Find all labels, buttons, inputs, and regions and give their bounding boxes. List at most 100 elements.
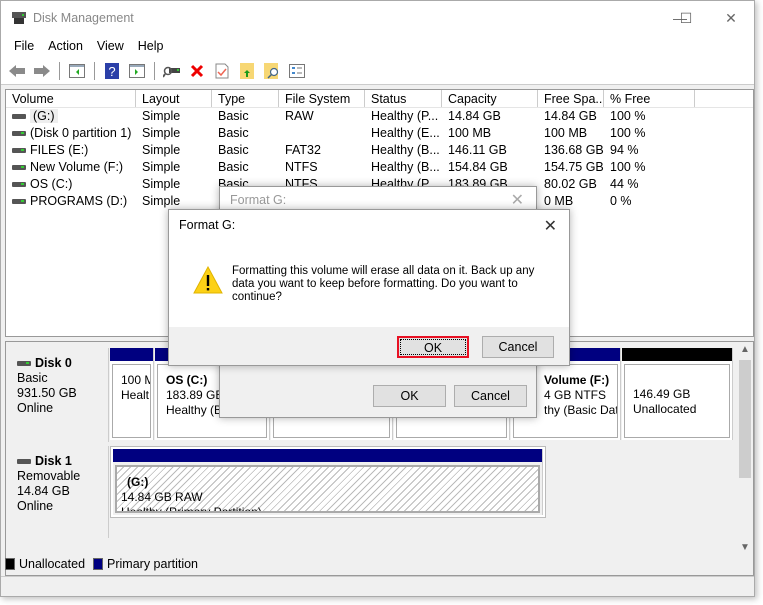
cell-percent-free: 44 % bbox=[610, 177, 639, 191]
volume-row[interactable]: (G:) Simple Basic RAW Healthy (P... 14.84 GB 1… bbox=[6, 108, 753, 125]
ok-button-background[interactable]: OK bbox=[373, 385, 446, 407]
scroll-up-icon[interactable]: ▲ bbox=[737, 344, 753, 355]
cell-volume: (Disk 0 partition 1) bbox=[6, 125, 136, 142]
cell-layout: Simple bbox=[142, 126, 181, 140]
cell-volume: (G:) bbox=[6, 108, 136, 125]
column-capacity[interactable]: Capacity bbox=[442, 90, 538, 107]
disk-0-label[interactable]: Disk 0 Basic 931.50 GB Online bbox=[9, 348, 109, 442]
volume-row[interactable]: New Volume (F:) Simple Basic NTFS Healthy (B… bbox=[6, 159, 753, 176]
forward-arrow-icon bbox=[34, 64, 50, 77]
cell-capacity: 146.11 GB bbox=[448, 143, 507, 157]
volume-row[interactable]: (Disk 0 partition 1) Simple Basic Healthy (… bbox=[6, 125, 753, 142]
show-hide-action-pane-button[interactable] bbox=[127, 61, 147, 81]
column-free-space[interactable]: Free Spa... bbox=[538, 90, 604, 107]
close-button[interactable]: ✕ bbox=[709, 5, 753, 31]
cell-volume: New Volume (F:) bbox=[6, 159, 136, 176]
column-file-system[interactable]: File System bbox=[279, 90, 365, 107]
scroll-down-icon[interactable]: ▼ bbox=[737, 542, 753, 553]
cell-free-space: 100 MB bbox=[544, 126, 588, 140]
back-button[interactable] bbox=[7, 61, 27, 81]
cell-layout: Simple bbox=[142, 109, 181, 123]
cell-percent-free: 100 % bbox=[610, 109, 646, 123]
close-icon[interactable]: ✕ bbox=[544, 216, 557, 236]
toolbar-separator bbox=[59, 61, 60, 80]
cell-type: Basic bbox=[218, 126, 249, 140]
cell-free-space: 136.68 GB bbox=[544, 143, 604, 157]
open-button[interactable] bbox=[237, 61, 257, 81]
disk-1-label[interactable]: Disk 1 Removable 14.84 GB Online bbox=[9, 446, 109, 538]
properties-button[interactable] bbox=[212, 61, 232, 81]
disk-size: 14.84 GB bbox=[17, 484, 70, 498]
column-percent-free[interactable]: % Free bbox=[604, 90, 695, 107]
legend-primary: Primary partition bbox=[107, 557, 199, 571]
volume-row[interactable]: FILES (E:) Simple Basic FAT32 Healthy (B... 1… bbox=[6, 142, 753, 159]
disk-management-app-icon bbox=[12, 12, 26, 24]
cell-capacity: 14.84 GB bbox=[448, 109, 501, 123]
disk-size: 931.50 GB bbox=[17, 386, 77, 400]
menu-file[interactable]: File bbox=[7, 39, 41, 53]
delete-button[interactable] bbox=[187, 61, 207, 81]
explore-button[interactable] bbox=[262, 61, 282, 81]
disk-type: Basic bbox=[17, 371, 48, 385]
cell-percent-free: 94 % bbox=[610, 143, 639, 157]
menu-action[interactable]: Action bbox=[41, 39, 90, 53]
cell-file-system: NTFS bbox=[285, 160, 318, 174]
legend-swatch-unallocated bbox=[5, 558, 15, 570]
connect-drive-icon bbox=[163, 66, 180, 78]
svg-text:?: ? bbox=[108, 64, 115, 79]
volume-list-header: Volume Layout Type File System Status Ca… bbox=[6, 90, 753, 108]
cell-free-space: 154.75 GB bbox=[544, 160, 604, 174]
disk-1-partitions: (G:) 14.84 GB RAW Healthy (Primary Partiti… bbox=[110, 446, 546, 518]
cancel-button[interactable]: Cancel bbox=[482, 336, 554, 358]
cell-type: Basic bbox=[218, 109, 249, 123]
dialog-message: Formatting this volume will erase all da… bbox=[232, 265, 535, 303]
menu-help[interactable]: Help bbox=[131, 39, 171, 53]
cell-volume: FILES (E:) bbox=[6, 142, 136, 159]
volume-icon bbox=[12, 165, 26, 171]
help-button[interactable]: ? bbox=[102, 61, 122, 81]
close-icon[interactable]: ✕ bbox=[511, 190, 524, 210]
disk-status: Online bbox=[17, 499, 54, 513]
vertical-scrollbar[interactable]: ▲ ▼ bbox=[737, 342, 753, 575]
window-title: Disk Management bbox=[33, 11, 134, 25]
menu-bar: File Action View Help bbox=[1, 35, 754, 57]
cell-status: Healthy (B... bbox=[371, 160, 440, 174]
cell-free-space: 80.02 GB bbox=[544, 177, 597, 191]
help-icon: ? bbox=[105, 62, 119, 79]
volume-icon bbox=[12, 148, 26, 154]
connect-virtual-disk-button[interactable] bbox=[162, 61, 182, 81]
cell-volume: PROGRAMS (D:) bbox=[6, 193, 136, 210]
partition-system[interactable]: 100 MHealt bbox=[110, 348, 154, 440]
toolbar-separator bbox=[94, 61, 95, 80]
show-hide-console-tree-button[interactable] bbox=[67, 61, 87, 81]
forward-button[interactable] bbox=[32, 61, 52, 81]
legend: Unallocated Primary partition bbox=[5, 557, 198, 571]
menu-view[interactable]: View bbox=[90, 39, 131, 53]
cancel-button-background[interactable]: Cancel bbox=[454, 385, 527, 407]
disk-name: Disk 0 bbox=[35, 356, 72, 370]
legend-unallocated: Unallocated bbox=[19, 557, 86, 571]
cell-type: Basic bbox=[218, 143, 249, 157]
format-confirm-dialog: Format G: ✕ Formatting this volume will … bbox=[168, 209, 570, 366]
customize-button[interactable] bbox=[287, 61, 307, 81]
folder-up-icon bbox=[240, 62, 254, 79]
column-type[interactable]: Type bbox=[212, 90, 279, 107]
toolbar: ? bbox=[1, 57, 754, 85]
partition-unallocated[interactable]: 146.49 GB Unallocated bbox=[622, 348, 733, 440]
ok-button[interactable]: OK bbox=[397, 336, 469, 358]
cell-file-system: FAT32 bbox=[285, 143, 321, 157]
disk-status: Online bbox=[17, 401, 54, 415]
column-status[interactable]: Status bbox=[365, 90, 442, 107]
title-bar: Disk Management — ☐ ✕ bbox=[1, 1, 754, 35]
maximize-button[interactable]: ☐ bbox=[664, 5, 708, 31]
column-layout[interactable]: Layout bbox=[136, 90, 212, 107]
partition-g[interactable]: (G:) 14.84 GB RAW Healthy (Primary Partiti… bbox=[113, 449, 543, 515]
volume-icon bbox=[12, 131, 26, 137]
disk-type: Removable bbox=[17, 469, 81, 483]
cell-percent-free: 100 % bbox=[610, 126, 646, 140]
cell-layout: Simple bbox=[142, 160, 181, 174]
column-volume[interactable]: Volume bbox=[6, 90, 136, 107]
scroll-thumb[interactable] bbox=[739, 360, 751, 478]
delete-icon bbox=[190, 64, 204, 77]
volume-icon bbox=[12, 199, 26, 205]
